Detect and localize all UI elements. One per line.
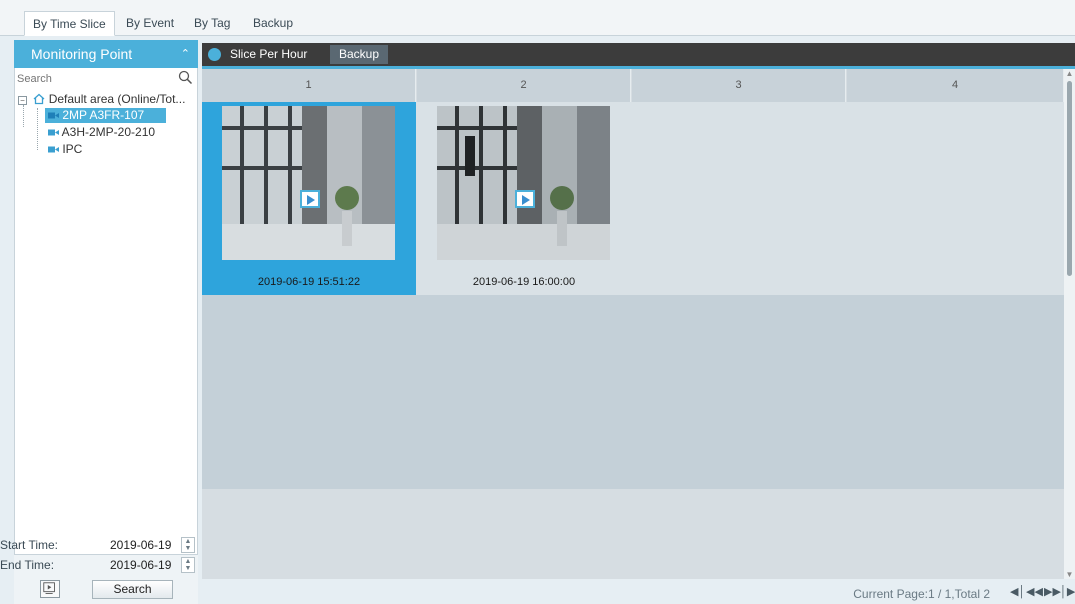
last-page-icon[interactable]: │▶ bbox=[1060, 584, 1075, 600]
vertical-scrollbar[interactable]: ▲ ▼ bbox=[1064, 69, 1075, 579]
slice-thumbnail bbox=[437, 106, 610, 260]
slice-timestamp: 2019-06-19 15:51:22 bbox=[257, 276, 361, 288]
tab-backup[interactable]: Backup bbox=[245, 11, 301, 36]
slice-toolbar: Slice Per Hour Backup bbox=[202, 43, 1075, 66]
backup-button[interactable]: Backup bbox=[330, 45, 388, 64]
scrollbar-thumb[interactable] bbox=[1067, 81, 1072, 276]
tree-root-default-area[interactable]: − Default area (Online/Tot... bbox=[18, 92, 185, 107]
tab-by-event[interactable]: By Event bbox=[118, 11, 182, 36]
device-label: A3H-2MP-20-210 bbox=[61, 125, 156, 139]
playback-button[interactable] bbox=[40, 580, 60, 598]
back-icon[interactable] bbox=[208, 48, 221, 61]
tree-root-label: Default area (Online/Tot... bbox=[48, 92, 186, 106]
end-time-label: End Time: bbox=[0, 558, 55, 572]
prev-page-icon[interactable]: ◀◀ bbox=[1026, 584, 1043, 600]
camera-icon bbox=[48, 112, 59, 119]
tree-device-ipc[interactable]: IPC bbox=[45, 142, 82, 157]
time-slice-2[interactable]: 2019-06-19 16:00:00 bbox=[417, 102, 631, 295]
column-header-4: 4 bbox=[847, 69, 1064, 102]
page-status: Current Page:1 / 1,Total 2 bbox=[853, 587, 990, 601]
device-tree-box: − Default area (Online/Tot... 2MP A3FR-1… bbox=[14, 68, 198, 555]
collapse-caret-icon[interactable]: ⌃ bbox=[181, 40, 190, 68]
camera-icon bbox=[48, 129, 59, 136]
start-time-label: Start Time: bbox=[0, 538, 59, 552]
scroll-down-icon[interactable]: ▼ bbox=[1065, 570, 1074, 579]
search-icon[interactable] bbox=[178, 70, 193, 85]
end-time-spinner[interactable]: ▲ ▼ bbox=[181, 557, 195, 573]
start-time-spinner[interactable]: ▲ ▼ bbox=[181, 537, 195, 553]
end-time-field[interactable]: 2019-06-19 bbox=[110, 556, 178, 574]
search-input[interactable] bbox=[17, 71, 195, 87]
tree-device-a3h-2mp-20-210[interactable]: A3H-2MP-20-210 bbox=[45, 125, 155, 140]
monitoring-point-header[interactable]: Monitoring Point ⌃ bbox=[14, 40, 198, 68]
monitoring-point-title: Monitoring Point bbox=[31, 46, 133, 62]
column-header-1: 1 bbox=[202, 69, 416, 102]
slice-grid: 1 2 3 4 2019-06-19 15:51:22 2019-06-19 1… bbox=[202, 69, 1064, 579]
play-icon[interactable] bbox=[515, 190, 535, 208]
monitoring-point-panel: Monitoring Point ⌃ − Default area (Onlin… bbox=[14, 40, 198, 604]
slice-per-hour-label[interactable]: Slice Per Hour bbox=[230, 43, 307, 66]
device-label: 2MP A3FR-107 bbox=[62, 108, 145, 122]
column-header-2: 2 bbox=[417, 69, 631, 102]
play-icon[interactable] bbox=[300, 190, 320, 208]
search-button[interactable]: Search bbox=[92, 580, 173, 599]
next-page-icon[interactable]: ▶▶ bbox=[1044, 584, 1061, 600]
tab-by-tag[interactable]: By Tag bbox=[186, 11, 238, 36]
start-time-field[interactable]: 2019-06-19 bbox=[110, 536, 178, 554]
tree-collapse-toggle[interactable]: − bbox=[18, 96, 27, 105]
grid-bottom-area bbox=[202, 489, 1064, 579]
column-header-3: 3 bbox=[632, 69, 846, 102]
empty-slice-area bbox=[202, 295, 1064, 489]
time-slice-1[interactable]: 2019-06-19 15:51:22 bbox=[202, 102, 416, 295]
tab-bar: By Time Slice By Event By Tag Backup bbox=[0, 0, 1075, 36]
end-time-row: End Time: 2019-06-19 ▲ ▼ bbox=[0, 556, 200, 574]
tree-device-2mp-a3fr-107[interactable]: 2MP A3FR-107 bbox=[45, 108, 166, 123]
slice-thumbnail bbox=[222, 106, 395, 260]
first-page-icon[interactable]: ◀│ bbox=[1010, 584, 1025, 600]
start-time-row: Start Time: 2019-06-19 ▲ ▼ bbox=[0, 536, 200, 554]
camera-icon bbox=[48, 146, 59, 153]
home-icon bbox=[33, 93, 45, 105]
device-label: IPC bbox=[62, 142, 83, 156]
slice-timestamp: 2019-06-19 16:00:00 bbox=[472, 276, 576, 288]
playback-icon bbox=[43, 582, 55, 594]
tab-by-time-slice[interactable]: By Time Slice bbox=[24, 11, 115, 36]
scroll-up-icon[interactable]: ▲ bbox=[1065, 69, 1074, 78]
